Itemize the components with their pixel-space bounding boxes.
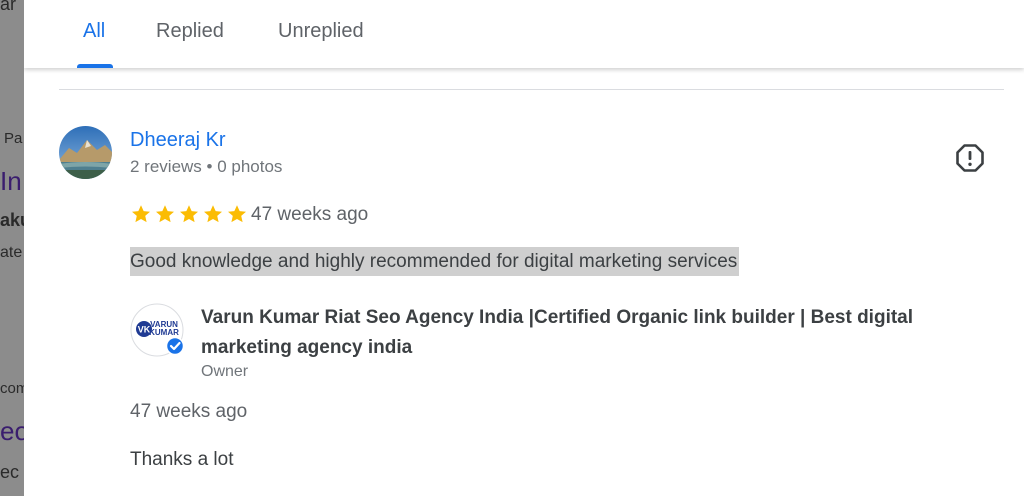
- bg-text-fragment: Pa: [4, 130, 23, 147]
- bg-text-fragment: ar: [0, 0, 17, 14]
- bg-link-fragment: eo: [0, 416, 24, 446]
- review-time: 47 weeks ago: [251, 204, 369, 225]
- star-icon: [132, 205, 150, 223]
- star-icon: [228, 205, 246, 223]
- report-icon[interactable]: [955, 143, 985, 173]
- star-icon: [204, 205, 222, 223]
- avatar-landscape-image: [59, 126, 112, 179]
- reply-text: Thanks a lot: [130, 449, 234, 470]
- star-icon: [180, 205, 198, 223]
- review-text: Good knowledge and highly recommended fo…: [130, 247, 740, 276]
- owner-logo[interactable]: VK VARUN KUMAR: [130, 303, 185, 357]
- tab-unreplied[interactable]: Unreplied: [278, 20, 364, 68]
- background-page: ar Pa In aku ate com eo ec: [0, 0, 24, 496]
- verified-check-icon: [165, 336, 185, 356]
- reviews-panel: All Replied Unreplied Dheeraj Kr 2 revie…: [24, 0, 1024, 496]
- bg-text-fragment: ate: [0, 244, 23, 261]
- bg-text-fragment: aku: [0, 210, 24, 230]
- owner-name[interactable]: Varun Kumar Riat Seo Agency India |Certi…: [201, 303, 981, 363]
- reply-time: 47 weeks ago: [130, 401, 248, 422]
- tab-replied[interactable]: Replied: [156, 20, 224, 68]
- bg-text-fragment: ec: [0, 462, 20, 482]
- active-tab-indicator: [77, 64, 113, 68]
- reviewer-name[interactable]: Dheeraj Kr: [130, 129, 226, 152]
- owner-label: Owner: [201, 363, 249, 380]
- star-rating: [130, 203, 248, 227]
- bg-link-fragment: In: [0, 166, 22, 196]
- review-filter-tabs: All Replied Unreplied: [24, 0, 1024, 68]
- owner-logo-text-bottom: KUMAR: [149, 328, 179, 337]
- reviewer-avatar[interactable]: [59, 126, 112, 179]
- star-icon: [156, 205, 174, 223]
- divider: [59, 89, 1004, 90]
- tab-all[interactable]: All: [83, 20, 105, 68]
- reviewer-meta: 2 reviews • 0 photos: [130, 157, 283, 176]
- bg-text-fragment: com: [0, 380, 24, 397]
